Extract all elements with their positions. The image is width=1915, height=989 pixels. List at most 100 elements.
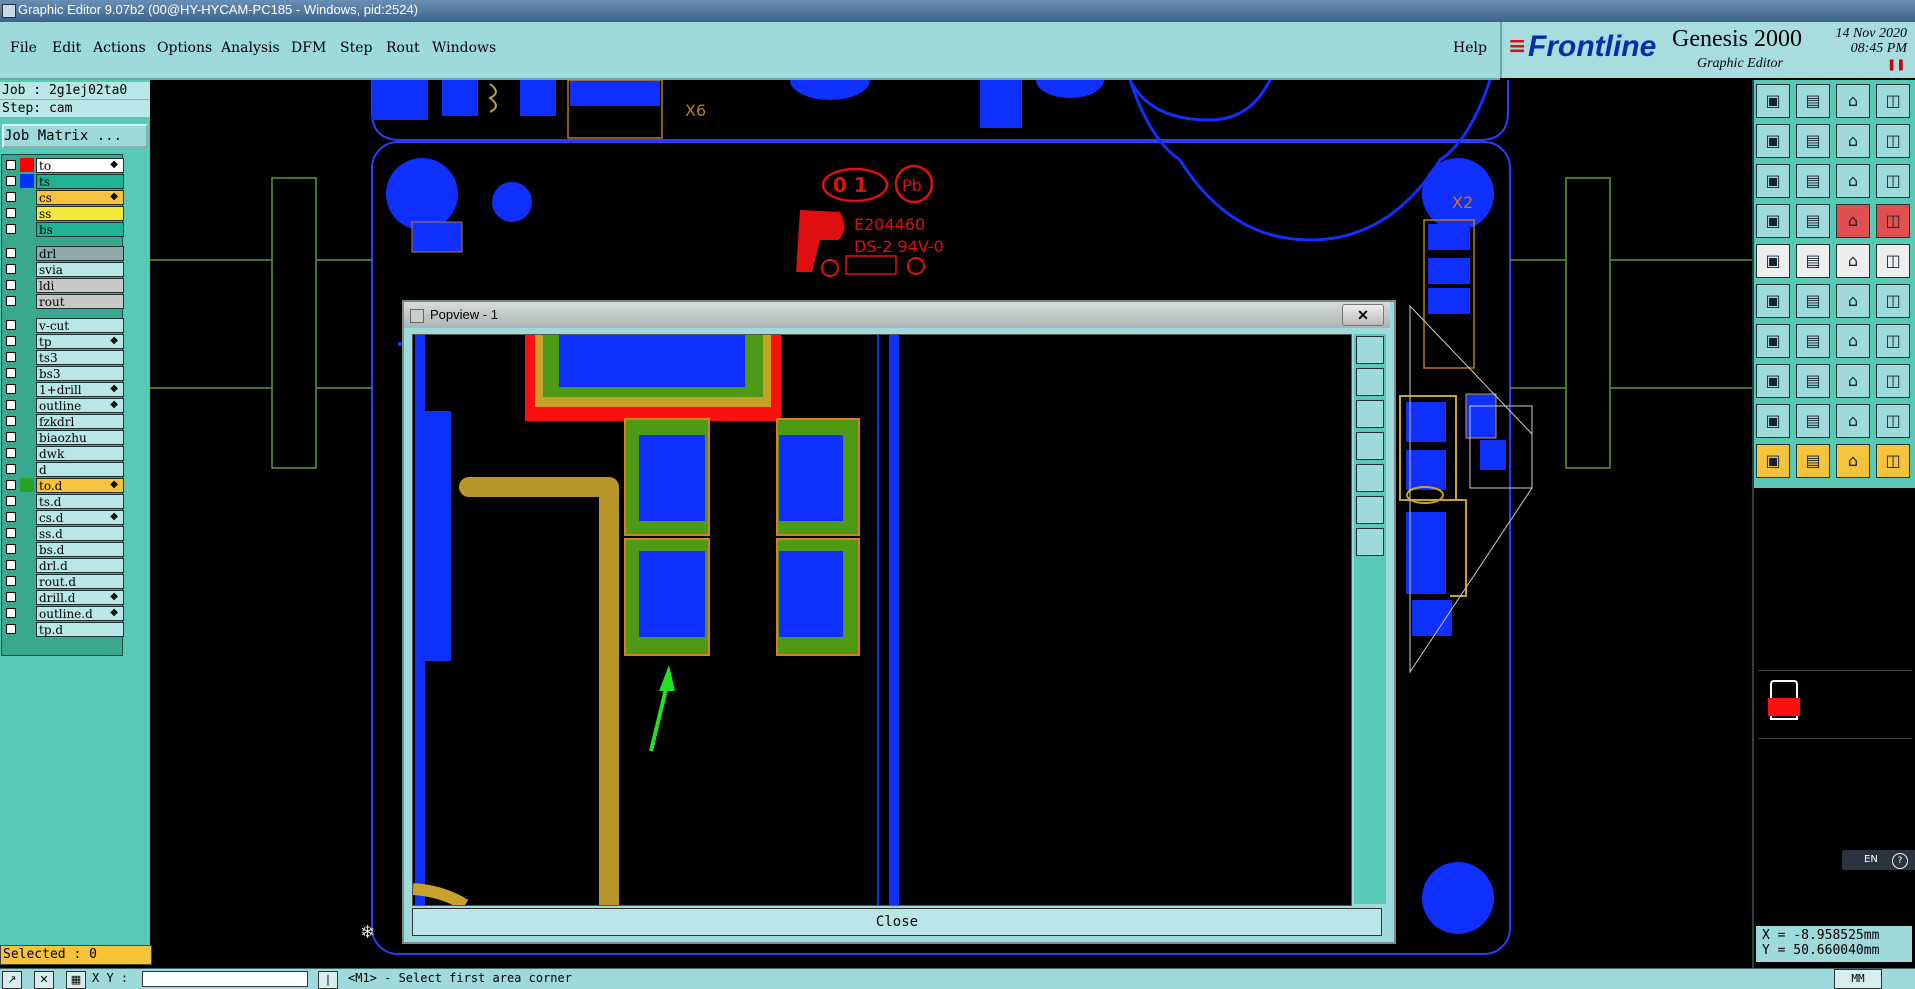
layer-row[interactable]: 1+drill ◆ xyxy=(2,382,124,397)
layer-row[interactable]: bs.d xyxy=(2,542,124,557)
layer-name[interactable]: ts.d xyxy=(36,494,124,509)
layer-checkbox[interactable] xyxy=(6,624,16,634)
layer-color-swatch[interactable] xyxy=(20,574,34,588)
menu-rout[interactable]: Rout xyxy=(386,40,420,56)
line-icon[interactable]: ▣ xyxy=(1756,324,1790,358)
layer-checkbox[interactable] xyxy=(6,480,16,490)
layer-row[interactable]: ts.d xyxy=(2,494,124,509)
fit-left-icon[interactable]: ▣ xyxy=(1756,124,1790,158)
bridge-icon[interactable]: ◫ xyxy=(1876,404,1910,438)
layer-row[interactable]: rout xyxy=(2,294,124,309)
layer-color-swatch[interactable] xyxy=(20,366,34,380)
layer-row[interactable]: outline.d ◆ xyxy=(2,606,124,621)
layer-checkbox[interactable] xyxy=(6,192,16,202)
menu-options[interactable]: Options xyxy=(157,40,212,56)
layer-name[interactable]: rout xyxy=(36,294,124,309)
question-icon[interactable]: ◫ xyxy=(1876,164,1910,198)
layer-color-swatch[interactable] xyxy=(20,278,34,292)
layer-row[interactable]: dwk xyxy=(2,446,124,461)
layer-checkbox[interactable] xyxy=(6,592,16,602)
layer-checkbox[interactable] xyxy=(6,576,16,586)
layer-row[interactable]: bs xyxy=(2,222,124,237)
layer-color-swatch[interactable] xyxy=(20,206,34,220)
popview-home-icon[interactable] xyxy=(1356,528,1384,556)
rotate-icon[interactable]: ◫ xyxy=(1876,284,1910,318)
popview-close-button[interactable]: Close xyxy=(412,908,1382,936)
layer-name[interactable]: tp.d xyxy=(36,622,124,637)
zoom-center-icon[interactable]: ▤ xyxy=(1796,164,1830,198)
layer-name[interactable]: svia xyxy=(36,262,124,277)
group-icon[interactable]: ◫ xyxy=(1876,364,1910,398)
resize-icon[interactable]: ⌂ xyxy=(1836,324,1870,358)
layer-row[interactable]: d xyxy=(2,462,124,477)
layer-row[interactable]: ldi xyxy=(2,278,124,293)
measure-icon[interactable]: ▣ xyxy=(1756,204,1790,238)
layer-color-swatch[interactable] xyxy=(20,510,34,524)
layer-checkbox[interactable] xyxy=(6,432,16,442)
layer-row[interactable]: drl.d xyxy=(2,558,124,573)
home-icon[interactable]: ⌂ xyxy=(1836,84,1870,118)
layer-color-swatch[interactable] xyxy=(20,494,34,508)
layer-row[interactable]: fzkdrl xyxy=(2,414,124,429)
layer-row[interactable]: svia xyxy=(2,262,124,277)
grid-icon[interactable]: ▤ xyxy=(1796,204,1830,238)
layer-color-swatch[interactable] xyxy=(20,294,34,308)
menu-help[interactable]: Help xyxy=(1453,40,1487,56)
popview-pan-left-icon[interactable] xyxy=(1356,432,1384,460)
layer-row[interactable]: drl xyxy=(2,246,124,261)
scale-icon[interactable]: ⌂ xyxy=(1836,164,1870,198)
layer-checkbox[interactable] xyxy=(6,416,16,426)
layer-checkbox[interactable] xyxy=(6,336,16,346)
layer-row[interactable]: outline ◆ xyxy=(2,398,124,413)
layer-row[interactable]: ss xyxy=(2,206,124,221)
job-matrix-button[interactable]: Job Matrix ... xyxy=(2,124,148,148)
language-indicator[interactable]: EN ? xyxy=(1842,850,1915,870)
layer-color-swatch[interactable] xyxy=(20,398,34,412)
layer-name[interactable]: ss xyxy=(36,206,124,221)
layer-row[interactable]: drill.d ◆ xyxy=(2,590,124,605)
layer-name[interactable]: dwk xyxy=(36,446,124,461)
triangle-icon[interactable]: ▣ xyxy=(1756,404,1790,438)
layer-checkbox[interactable] xyxy=(6,280,16,290)
layer-checkbox[interactable] xyxy=(6,264,16,274)
popview-pan-right-icon[interactable] xyxy=(1356,464,1384,492)
xy-input[interactable] xyxy=(142,971,308,987)
zoom-area-icon[interactable]: ⌂ xyxy=(1836,124,1870,158)
layer-color-swatch[interactable] xyxy=(20,590,34,604)
select-zoom-icon[interactable]: ◫ xyxy=(1876,444,1910,478)
help-icon[interactable]: ? xyxy=(1892,853,1908,869)
grid-icon[interactable]: ▦ xyxy=(66,971,86,989)
snap-icon[interactable]: ↗ xyxy=(2,971,22,989)
menu-step[interactable]: Step xyxy=(340,40,372,56)
triangle-alt-icon[interactable]: ▤ xyxy=(1796,404,1830,438)
menu-file[interactable]: File xyxy=(10,40,37,56)
layer-checkbox[interactable] xyxy=(6,320,16,330)
align-icon[interactable]: ⌂ xyxy=(1836,364,1870,398)
layer-checkbox[interactable] xyxy=(6,296,16,306)
layer-color-swatch[interactable] xyxy=(20,246,34,260)
layer-checkbox[interactable] xyxy=(6,176,16,186)
layer-color-swatch[interactable] xyxy=(20,158,34,172)
add-pad-icon[interactable]: ▣ xyxy=(1756,244,1790,278)
menu-analysis[interactable]: Analysis xyxy=(221,40,280,56)
layer-name[interactable]: biaozhu xyxy=(36,430,124,445)
zoom-fit-icon[interactable]: ▣ xyxy=(1756,164,1790,198)
layer-name[interactable]: drl.d xyxy=(36,558,124,573)
popview-zoom-area-icon[interactable] xyxy=(1356,496,1384,524)
popview-canvas[interactable] xyxy=(412,334,1352,906)
move-icon[interactable]: ▣ xyxy=(1756,284,1790,318)
layer-checkbox[interactable] xyxy=(6,464,16,474)
arc-tool-icon[interactable]: ▤ xyxy=(1796,324,1830,358)
layer-name[interactable]: d xyxy=(36,462,124,477)
layer-row[interactable]: biaozhu xyxy=(2,430,124,445)
line-edit-icon[interactable]: ▤ xyxy=(1796,364,1830,398)
layer-checkbox[interactable] xyxy=(6,512,16,522)
layer-checkbox[interactable] xyxy=(6,400,16,410)
trapezoid-icon[interactable]: ⌂ xyxy=(1836,404,1870,438)
menu-edit[interactable]: Edit xyxy=(52,40,81,56)
select-box-icon[interactable]: ▣ xyxy=(1756,364,1790,398)
layer-checkbox[interactable] xyxy=(6,384,16,394)
popview-title-bar[interactable]: Popview - 1 ✕ xyxy=(404,302,1390,328)
layer-color-swatch[interactable] xyxy=(20,462,34,476)
select-pick-icon[interactable]: ⌂ xyxy=(1836,444,1870,478)
